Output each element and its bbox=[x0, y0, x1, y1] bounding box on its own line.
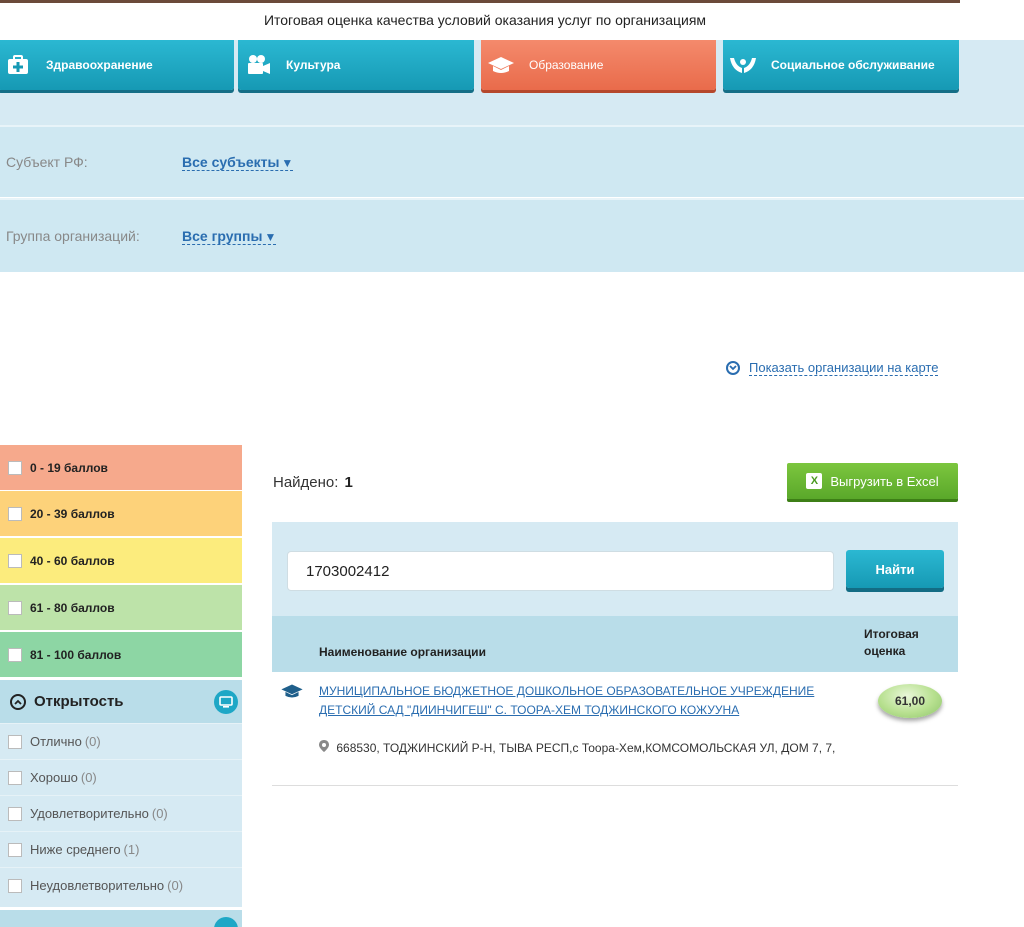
filter-subject-label: Субъект РФ: bbox=[6, 154, 88, 170]
filter-group-label: Группа организаций: bbox=[6, 228, 140, 244]
score-range-61-80[interactable]: 61 - 80 баллов bbox=[0, 585, 242, 631]
score-range-label: 61 - 80 баллов bbox=[30, 600, 115, 615]
option-label: Неудовлетворительно bbox=[30, 878, 165, 893]
excel-icon: X bbox=[806, 473, 823, 489]
chevron-circle-down-icon bbox=[726, 361, 740, 375]
openness-filter: Открытость Отлично (0) Хорошо (0) Удовлетв… bbox=[0, 679, 242, 907]
option-label: Отлично bbox=[30, 734, 82, 749]
column-header-name: Наименование организации bbox=[319, 645, 486, 659]
filter-subject-dropdown[interactable]: Все субъекты ▼ bbox=[182, 153, 294, 171]
option-count: (0) bbox=[151, 806, 168, 821]
score-range-label: 40 - 60 баллов bbox=[30, 553, 115, 568]
chevron-down-icon: ▼ bbox=[264, 229, 277, 244]
monitor-icon bbox=[214, 689, 238, 714]
table-row: МУНИЦИПАЛЬНОЕ БЮДЖЕТНОЕ ДОШКОЛЬНОЕ ОБРАЗ… bbox=[272, 672, 958, 786]
map-link-label: Показать организации на карте bbox=[749, 360, 939, 376]
column-header-score: Итоговая оценка bbox=[864, 627, 919, 658]
search-input[interactable] bbox=[287, 551, 834, 591]
chevron-down-icon: ▼ bbox=[281, 155, 294, 170]
option-count: (0) bbox=[84, 734, 101, 749]
option-count: (1) bbox=[123, 842, 140, 857]
checkbox[interactable] bbox=[8, 506, 22, 521]
caring-hands-icon bbox=[723, 40, 763, 90]
checkbox[interactable] bbox=[8, 770, 22, 785]
sector-tab-social[interactable]: Социальное обслуживание bbox=[723, 40, 959, 90]
search-panel: Найти bbox=[272, 522, 958, 616]
checkbox[interactable] bbox=[8, 460, 22, 475]
organization-link[interactable]: МУНИЦИПАЛЬНОЕ БЮДЖЕТНОЕ ДОШКОЛЬНОЕ ОБРАЗ… bbox=[319, 682, 819, 720]
chevron-circle-up-icon bbox=[10, 693, 26, 710]
graduation-cap-icon bbox=[481, 40, 521, 90]
sector-tab-education[interactable]: Образование bbox=[481, 40, 716, 90]
found-count: 1 bbox=[344, 474, 353, 491]
filter-group-dropdown[interactable]: Все группы ▼ bbox=[182, 227, 277, 245]
openness-header[interactable]: Открытость bbox=[0, 679, 242, 723]
score-range-81-100[interactable]: 81 - 100 баллов bbox=[0, 632, 242, 678]
option-count: (0) bbox=[167, 878, 184, 893]
results-count: Найдено: 1 bbox=[273, 474, 353, 491]
sector-tab-culture[interactable]: Культура bbox=[238, 40, 474, 90]
page-title: Итоговая оценка качества условий оказани… bbox=[263, 12, 707, 28]
option-label: Ниже среднего bbox=[30, 842, 121, 857]
sector-tab-healthcare[interactable]: Здравоохранение bbox=[0, 40, 234, 90]
checkbox[interactable] bbox=[8, 878, 22, 893]
medkit-icon bbox=[0, 40, 38, 90]
filter-group-row: Группа организаций: Все группы ▼ bbox=[0, 198, 1024, 272]
score-badge: 61,00 bbox=[878, 684, 942, 718]
openness-option-unsatisfactory[interactable]: Неудовлетворительно (0) bbox=[0, 867, 242, 903]
option-count: (0) bbox=[80, 770, 97, 785]
table-header: Наименование организации Итоговая оценка bbox=[272, 616, 958, 672]
section-badge-icon bbox=[214, 917, 238, 927]
checkbox[interactable] bbox=[8, 600, 22, 615]
checkbox[interactable] bbox=[8, 647, 22, 662]
openness-title: Открытость bbox=[34, 693, 124, 710]
film-camera-icon bbox=[238, 40, 278, 90]
export-excel-label: Выгрузить в Excel bbox=[830, 473, 939, 489]
score-range-20-39[interactable]: 20 - 39 баллов bbox=[0, 491, 242, 537]
top-border bbox=[0, 0, 960, 3]
map-pin-icon bbox=[319, 740, 332, 755]
show-on-map-link[interactable]: Показать организации на карте bbox=[726, 360, 939, 376]
sector-label: Образование bbox=[529, 58, 604, 72]
export-excel-button[interactable]: X Выгрузить в Excel bbox=[787, 463, 958, 499]
option-label: Удовлетворительно bbox=[30, 806, 149, 821]
filter-subject-row: Субъект РФ: Все субъекты ▼ bbox=[0, 125, 1024, 197]
found-label: Найдено: bbox=[273, 474, 339, 491]
score-range-label: 20 - 39 баллов bbox=[30, 506, 115, 521]
openness-option-satisfactory[interactable]: Удовлетворительно (0) bbox=[0, 795, 242, 831]
filter-group-value: Все группы bbox=[182, 227, 263, 244]
score-range-0-19[interactable]: 0 - 19 баллов bbox=[0, 445, 242, 491]
organization-address: 668530, ТОДЖИНСКИЙ Р-Н, ТЫВА РЕСП,с Тоор… bbox=[319, 739, 839, 758]
option-label: Хорошо bbox=[30, 770, 78, 785]
score-range-label: 81 - 100 баллов bbox=[30, 647, 122, 662]
address-text: 668530, ТОДЖИНСКИЙ Р-Н, ТЫВА РЕСП,с Тоор… bbox=[336, 741, 836, 755]
filter-subject-value: Все субъекты bbox=[182, 153, 280, 170]
checkbox[interactable] bbox=[8, 734, 22, 749]
checkbox[interactable] bbox=[8, 806, 22, 821]
openness-option-excellent[interactable]: Отлично (0) bbox=[0, 723, 242, 759]
checkbox[interactable] bbox=[8, 842, 22, 857]
graduation-cap-icon bbox=[280, 682, 304, 705]
score-range-label: 0 - 19 баллов bbox=[30, 460, 108, 475]
sector-label: Социальное обслуживание bbox=[771, 58, 935, 72]
checkbox[interactable] bbox=[8, 553, 22, 568]
score-range-40-60[interactable]: 40 - 60 баллов bbox=[0, 538, 242, 584]
find-button[interactable]: Найти bbox=[846, 550, 944, 588]
sector-label: Культура bbox=[286, 58, 341, 72]
next-section-header[interactable] bbox=[0, 909, 242, 927]
openness-option-good[interactable]: Хорошо (0) bbox=[0, 759, 242, 795]
sector-label: Здравоохранение bbox=[46, 58, 153, 72]
openness-option-below-average[interactable]: Ниже среднего (1) bbox=[0, 831, 242, 867]
